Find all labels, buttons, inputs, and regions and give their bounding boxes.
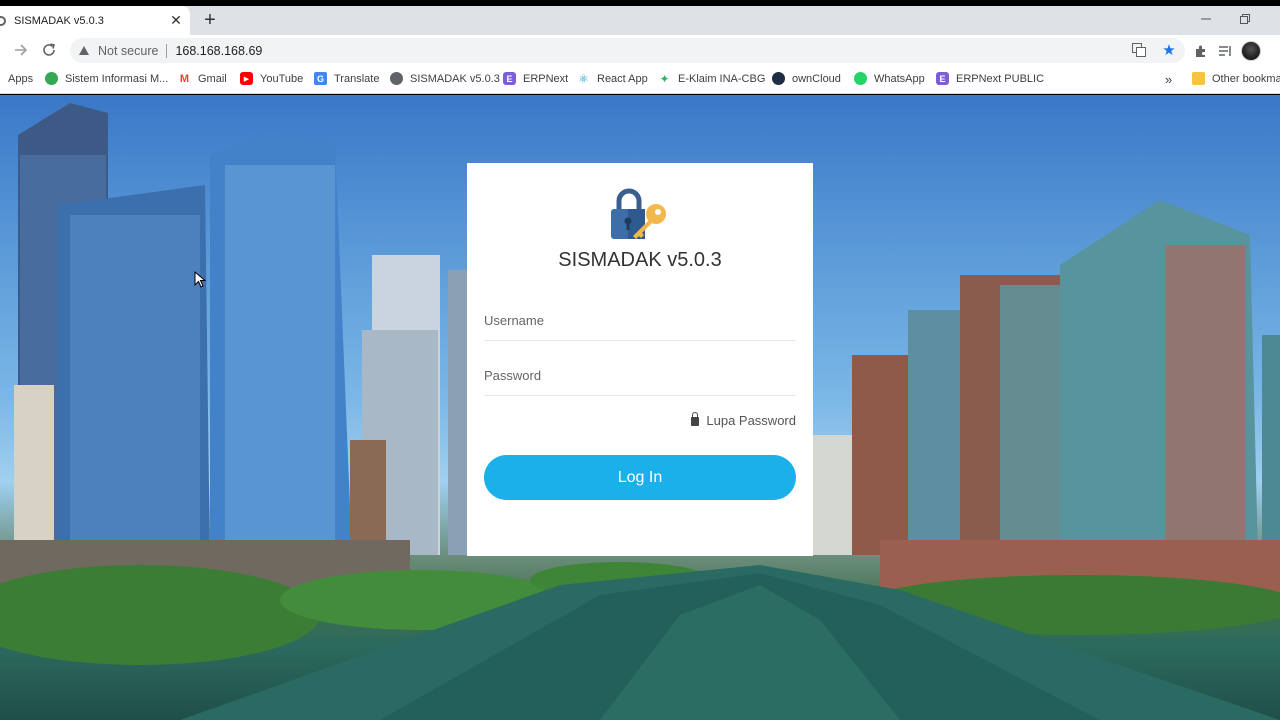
erpnext-icon: E bbox=[503, 72, 516, 85]
owncloud-icon bbox=[772, 72, 785, 85]
globe-icon bbox=[0, 15, 6, 26]
bookmark-label: ERPNext PUBLIC bbox=[956, 72, 1045, 85]
bookmark-label: ERPNext bbox=[523, 72, 569, 85]
bookmark-sistem-informasi[interactable]: Sistem Informasi M... bbox=[45, 72, 168, 85]
bookmark-react-app[interactable]: ⚛ React App bbox=[577, 71, 648, 86]
media-control-icon[interactable] bbox=[1217, 43, 1233, 59]
bookmark-label: E-Klaim INA-CBG bbox=[678, 72, 766, 85]
site-icon bbox=[45, 72, 58, 85]
translate-icon[interactable] bbox=[1131, 42, 1147, 58]
bookmark-gmail[interactable]: M Gmail bbox=[178, 72, 227, 85]
bookmark-label: Sistem Informasi M... bbox=[65, 72, 169, 85]
browser-toolbar: Not secure 168.168.168.69 ★ bbox=[0, 35, 1280, 66]
erpnext-icon: E bbox=[936, 72, 949, 85]
login-page: SISMADAK v5.0.3 Lupa Password Log In bbox=[0, 95, 1280, 720]
youtube-icon: ▶ bbox=[240, 72, 253, 85]
bookmark-erpnext[interactable]: E ERPNext bbox=[503, 72, 568, 85]
gmail-icon: M bbox=[179, 72, 190, 85]
username-input[interactable] bbox=[484, 301, 796, 341]
forgot-password-label: Lupa Password bbox=[706, 413, 796, 428]
new-tab-button[interactable]: + bbox=[200, 10, 220, 30]
bookmark-label: Gmail bbox=[198, 72, 227, 85]
password-input[interactable] bbox=[484, 356, 796, 396]
bookmark-label: React App bbox=[597, 72, 648, 85]
eklaim-icon: ✦ bbox=[659, 71, 670, 86]
bookmark-whatsapp[interactable]: WhatsApp bbox=[854, 72, 925, 85]
forward-arrow-icon[interactable] bbox=[10, 39, 32, 61]
bookmark-star-icon[interactable]: ★ bbox=[1161, 42, 1177, 59]
padlock-key-icon bbox=[611, 188, 666, 239]
bookmark-eklaim[interactable]: ✦ E-Klaim INA-CBG bbox=[658, 71, 766, 86]
tab-sismadak[interactable]: SISMADAK v5.0.3 ✕ bbox=[0, 6, 190, 35]
bookmark-label: SISMADAK v5.0.3 bbox=[410, 72, 500, 85]
close-tab-icon[interactable]: ✕ bbox=[168, 12, 184, 29]
bookmark-label: Apps bbox=[8, 72, 34, 85]
address-separator bbox=[166, 43, 168, 58]
tab-title: SISMADAK v5.0.3 bbox=[14, 14, 104, 27]
bookmark-label: Translate bbox=[334, 72, 380, 85]
bookmark-sismadak[interactable]: SISMADAK v5.0.3 bbox=[390, 72, 500, 85]
restore-window-icon[interactable] bbox=[1230, 8, 1260, 30]
login-button[interactable]: Log In bbox=[484, 455, 796, 500]
bookmark-owncloud[interactable]: ownCloud bbox=[772, 72, 841, 85]
profile-avatar[interactable] bbox=[1241, 41, 1261, 61]
minimize-window-icon[interactable] bbox=[1191, 8, 1221, 30]
app-title: SISMADAK v5.0.3 bbox=[558, 249, 722, 271]
warning-icon bbox=[79, 46, 89, 55]
globe-icon bbox=[390, 72, 403, 85]
bookmark-youtube[interactable]: ▶ YouTube bbox=[240, 72, 303, 85]
bookmark-label: WhatsApp bbox=[874, 72, 925, 85]
whatsapp-icon bbox=[854, 72, 867, 85]
folder-icon bbox=[1192, 72, 1205, 85]
forgot-password-link[interactable]: Lupa Password bbox=[691, 412, 796, 428]
security-indicator[interactable]: Not secure bbox=[98, 44, 158, 58]
bookmark-apps[interactable]: Apps bbox=[8, 72, 33, 85]
address-bar[interactable]: Not secure 168.168.168.69 ★ bbox=[70, 38, 1185, 63]
bookmark-label: ownCloud bbox=[792, 72, 841, 85]
login-card: SISMADAK v5.0.3 Lupa Password Log In bbox=[467, 163, 813, 556]
url-text[interactable]: 168.168.168.69 bbox=[175, 44, 262, 58]
reload-icon[interactable] bbox=[38, 39, 60, 61]
mouse-cursor-icon bbox=[194, 271, 206, 288]
bookmark-label: Other bookma bbox=[1212, 72, 1280, 85]
bookmarks-bar: Apps Sistem Informasi M... M Gmail ▶ You… bbox=[0, 66, 1280, 94]
bookmark-translate[interactable]: G Translate bbox=[314, 72, 379, 85]
react-icon: ⚛ bbox=[578, 71, 589, 86]
tab-strip: SISMADAK v5.0.3 ✕ + bbox=[0, 6, 1280, 35]
bookmark-erpnext-public[interactable]: E ERPNext PUBLIC bbox=[936, 72, 1044, 85]
lock-icon bbox=[691, 412, 700, 426]
extensions-icon[interactable] bbox=[1193, 43, 1209, 59]
bookmark-other[interactable]: Other bookma bbox=[1192, 72, 1280, 85]
bookmark-label: YouTube bbox=[260, 72, 304, 85]
translate-icon: G bbox=[314, 72, 327, 85]
bookmarks-overflow-icon[interactable]: » bbox=[1165, 72, 1172, 87]
